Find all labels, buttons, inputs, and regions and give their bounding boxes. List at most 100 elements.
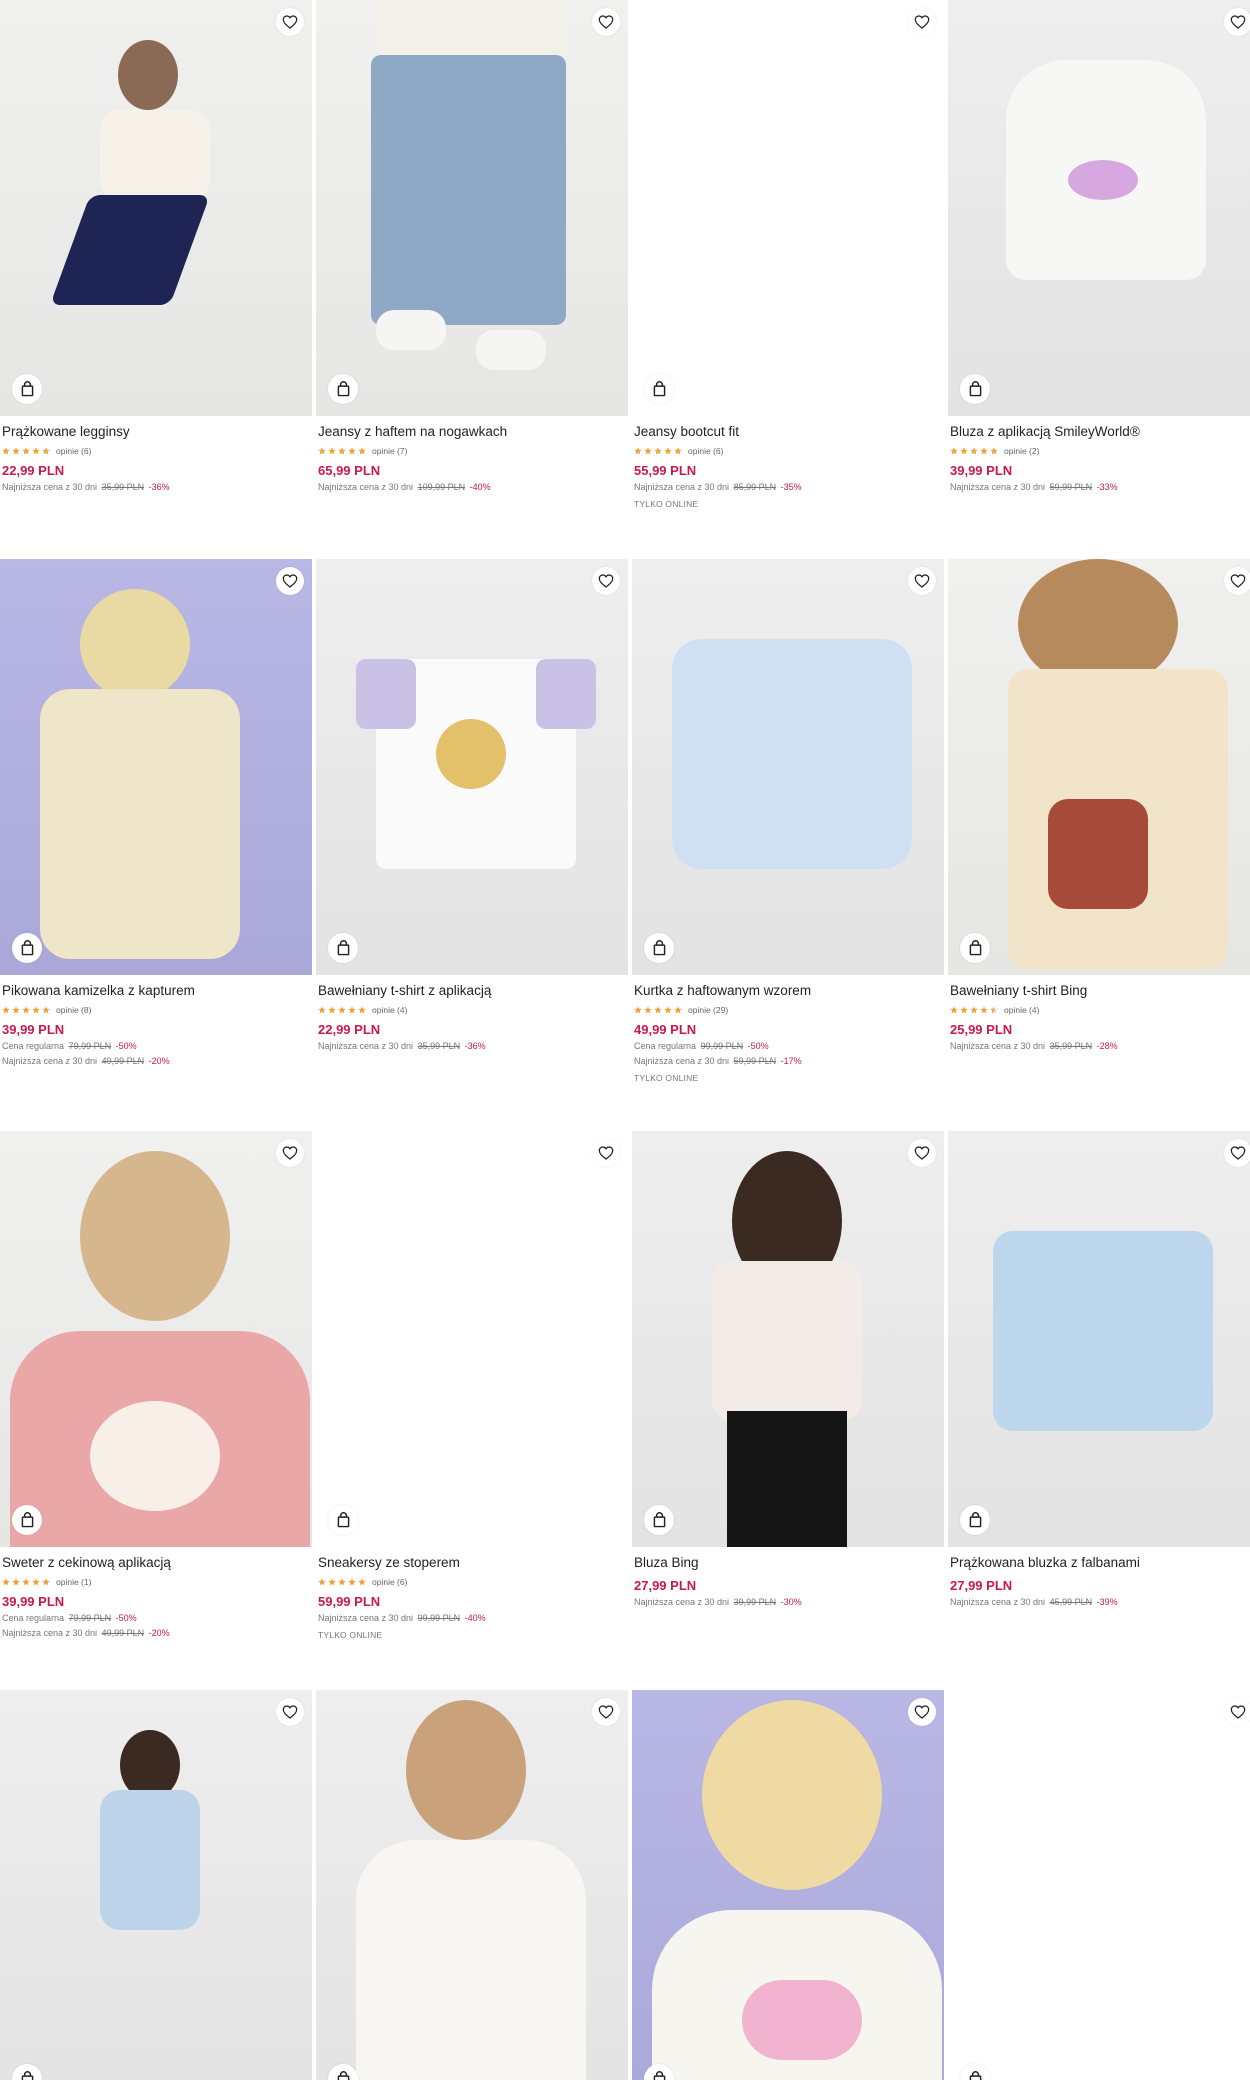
rating[interactable]: opinie (8) [2, 1005, 310, 1015]
review-count[interactable]: opinie (4) [1004, 1005, 1039, 1015]
product-image[interactable] [316, 1690, 628, 2080]
product-name[interactable]: Bawełniany t-shirt z aplikacją [318, 983, 626, 999]
add-to-cart-button[interactable] [960, 374, 990, 404]
rating[interactable]: opinie (4) [950, 1005, 1250, 1015]
product-image[interactable] [632, 1131, 944, 1547]
favorite-button[interactable] [592, 1698, 620, 1726]
product-name[interactable]: Bluza z aplikacją SmileyWorld® [950, 424, 1250, 440]
product-card[interactable]: Prążkowana bluzka z falbanami 27,99 PLN … [948, 1131, 1250, 1608]
product-name[interactable]: Sneakersy ze stoperem [318, 1555, 626, 1571]
review-count[interactable]: opinie (29) [688, 1005, 728, 1015]
star-icon [950, 1006, 958, 1014]
product-image[interactable] [632, 0, 944, 416]
product-card[interactable]: Bluza Bing 27,99 PLN Najniższa cena z 30… [632, 1131, 944, 1608]
favorite-button[interactable] [1224, 1698, 1250, 1726]
add-to-cart-button[interactable] [12, 1505, 42, 1535]
product-name[interactable]: Kurtka z haftowanym wzorem [634, 983, 942, 999]
rating[interactable]: opinie (7) [318, 446, 626, 456]
favorite-button[interactable] [908, 567, 936, 595]
add-to-cart-button[interactable] [12, 374, 42, 404]
product-card[interactable] [316, 1690, 628, 2080]
product-image[interactable] [632, 559, 944, 975]
product-image[interactable] [316, 1131, 628, 1547]
product-card[interactable] [632, 1690, 944, 2080]
product-image[interactable] [948, 1690, 1250, 2080]
favorite-button[interactable] [1224, 8, 1250, 36]
add-to-cart-button[interactable] [960, 1505, 990, 1535]
product-image[interactable] [948, 1131, 1250, 1547]
favorite-button[interactable] [592, 567, 620, 595]
favorite-button[interactable] [276, 1698, 304, 1726]
product-card[interactable]: Kurtka z haftowanym wzorem opinie (29) 4… [632, 559, 944, 1083]
product-name[interactable]: Bluza Bing [634, 1555, 942, 1571]
add-to-cart-button[interactable] [12, 2064, 42, 2080]
product-name[interactable]: Bawełniany t-shirt Bing [950, 983, 1250, 999]
product-card[interactable] [948, 1690, 1250, 2080]
product-name[interactable]: Prążkowane legginsy [2, 424, 310, 440]
product-card[interactable]: Prążkowane legginsy opinie (6) 22,99 PLN… [0, 0, 312, 493]
review-count[interactable]: opinie (6) [56, 446, 91, 456]
favorite-button[interactable] [1224, 1139, 1250, 1167]
favorite-button[interactable] [592, 8, 620, 36]
product-card[interactable]: Sweter z cekinową aplikacją opinie (1) 3… [0, 1131, 312, 1639]
add-to-cart-button[interactable] [644, 933, 674, 963]
add-to-cart-button[interactable] [644, 1505, 674, 1535]
add-to-cart-button[interactable] [644, 374, 674, 404]
discount-badge: -40% [464, 1613, 486, 1623]
product-image[interactable] [948, 559, 1250, 975]
product-card[interactable]: Sneakersy ze stoperem opinie (6) 59,99 P… [316, 1131, 628, 1640]
favorite-button[interactable] [276, 567, 304, 595]
product-name[interactable]: Prążkowana bluzka z falbanami [950, 1555, 1250, 1571]
discount-badge: -28% [1096, 1041, 1118, 1051]
product-image[interactable] [316, 0, 628, 416]
add-to-cart-button[interactable] [328, 374, 358, 404]
product-name[interactable]: Jeansy bootcut fit [634, 424, 942, 440]
product-image[interactable] [0, 0, 312, 416]
favorite-button[interactable] [276, 8, 304, 36]
add-to-cart-button[interactable] [960, 933, 990, 963]
rating[interactable]: opinie (4) [318, 1005, 626, 1015]
add-to-cart-button[interactable] [12, 933, 42, 963]
review-count[interactable]: opinie (6) [372, 1577, 407, 1587]
star-icon [990, 447, 998, 455]
favorite-button[interactable] [908, 8, 936, 36]
product-card[interactable]: Pikowana kamizelka z kapturem opinie (8)… [0, 559, 312, 1067]
product-card[interactable]: Jeansy z haftem na nogawkach opinie (7) … [316, 0, 628, 493]
favorite-button[interactable] [908, 1139, 936, 1167]
review-count[interactable]: opinie (6) [688, 446, 723, 456]
add-to-cart-button[interactable] [328, 2064, 358, 2080]
product-image[interactable] [0, 1690, 312, 2080]
product-image[interactable] [948, 0, 1250, 416]
product-image[interactable] [0, 559, 312, 975]
product-image[interactable] [316, 559, 628, 975]
add-to-cart-button[interactable] [328, 933, 358, 963]
rating[interactable]: opinie (6) [634, 446, 942, 456]
product-name[interactable]: Sweter z cekinową aplikacją [2, 1555, 310, 1571]
review-count[interactable]: opinie (2) [1004, 446, 1039, 456]
add-to-cart-button[interactable] [960, 2064, 990, 2080]
favorite-button[interactable] [1224, 567, 1250, 595]
product-name[interactable]: Jeansy z haftem na nogawkach [318, 424, 626, 440]
product-card[interactable]: Bluza z aplikacją SmileyWorld® opinie (2… [948, 0, 1250, 493]
rating[interactable]: opinie (6) [318, 1577, 626, 1587]
review-count[interactable]: opinie (1) [56, 1577, 91, 1587]
product-card[interactable] [0, 1690, 312, 2080]
product-card[interactable]: Bawełniany t-shirt z aplikacją opinie (4… [316, 559, 628, 1052]
review-count[interactable]: opinie (8) [56, 1005, 91, 1015]
product-card[interactable]: Bawełniany t-shirt Bing opinie (4) 25,99… [948, 559, 1250, 1052]
rating[interactable]: opinie (1) [2, 1577, 310, 1587]
favorite-button[interactable] [276, 1139, 304, 1167]
rating[interactable]: opinie (2) [950, 446, 1250, 456]
product-price: 27,99 PLN [950, 1578, 1013, 1593]
add-to-cart-button[interactable] [328, 1505, 358, 1535]
rating[interactable]: opinie (6) [2, 446, 310, 456]
product-image[interactable] [0, 1131, 312, 1547]
favorite-button[interactable] [908, 1698, 936, 1726]
review-count[interactable]: opinie (4) [372, 1005, 407, 1015]
product-image[interactable] [632, 1690, 944, 2080]
product-card[interactable]: Jeansy bootcut fit opinie (6) 55,99 PLN … [632, 0, 944, 509]
favorite-button[interactable] [592, 1139, 620, 1167]
rating[interactable]: opinie (29) [634, 1005, 942, 1015]
review-count[interactable]: opinie (7) [372, 446, 407, 456]
product-name[interactable]: Pikowana kamizelka z kapturem [2, 983, 310, 999]
